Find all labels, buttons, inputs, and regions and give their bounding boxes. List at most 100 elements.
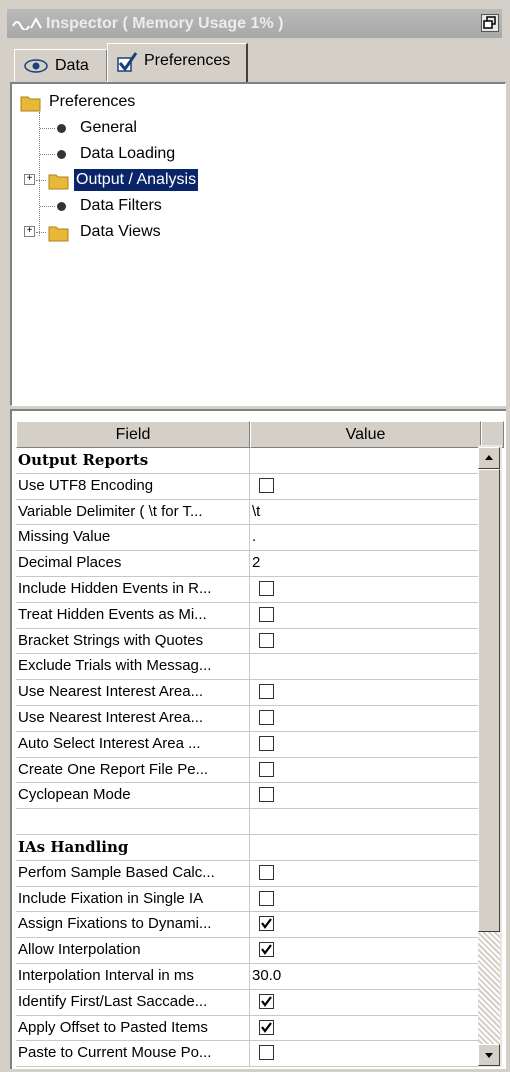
preferences-tree[interactable]: Preferences General Data Loading + Outpu…: [10, 82, 506, 406]
checkbox-unchecked[interactable]: [259, 581, 274, 596]
folder-icon: [20, 96, 41, 112]
value-cell: [250, 887, 493, 912]
field-cell: Use UTF8 Encoding: [16, 473, 250, 499]
property-row[interactable]: Variable Delimiter ( \t for T... \t: [16, 499, 493, 526]
check-mark-icon: [261, 944, 272, 956]
checkbox-checked[interactable]: [259, 942, 274, 958]
value-cell[interactable]: [250, 654, 493, 679]
checkbox-unchecked[interactable]: [259, 1045, 274, 1061]
arrow-down-icon: [485, 1053, 493, 1058]
field-cell: Missing Value: [16, 525, 250, 551]
value-cell: [250, 758, 493, 783]
value-cell[interactable]: \t: [250, 500, 493, 525]
property-row[interactable]: Treat Hidden Events as Mi...: [16, 602, 493, 629]
value-cell: [250, 577, 493, 602]
tree-item-general[interactable]: General: [40, 117, 240, 139]
value-cell[interactable]: 30.0: [250, 964, 493, 989]
checkbox-unchecked[interactable]: [259, 710, 274, 725]
scroll-up-button[interactable]: [478, 447, 500, 469]
field-cell: Output Reports: [16, 448, 250, 473]
checkbox-unchecked[interactable]: [259, 606, 274, 622]
expand-icon[interactable]: +: [24, 174, 35, 185]
field-cell: [16, 809, 250, 834]
property-row[interactable]: Allow Interpolation: [16, 938, 491, 964]
tree-item-output-analysis[interactable]: + Output / Analysis: [24, 168, 284, 192]
tree-item-data-loading[interactable]: Data Loading: [40, 143, 240, 165]
property-row[interactable]: Include Hidden Events in R...: [16, 577, 491, 603]
field-cell: Interpolation Interval in ms: [16, 964, 250, 989]
scroll-track[interactable]: [478, 932, 500, 1044]
checkbox-unchecked[interactable]: [259, 477, 274, 493]
tree-item-data-views[interactable]: + Data Views: [24, 221, 224, 243]
title-bar: Inspector ( Memory Usage 1% ): [7, 9, 502, 38]
field-cell: Include Fixation in Single IA: [16, 886, 250, 912]
property-row[interactable]: Bracket Strings with Quotes: [16, 628, 491, 655]
column-header-field[interactable]: Field: [16, 421, 250, 448]
value-cell: [250, 732, 493, 757]
value-cell: [250, 912, 493, 937]
property-row[interactable]: Use Nearest Interest Area...: [16, 680, 491, 706]
inspector-icon: [12, 16, 42, 30]
column-header-value[interactable]: Value: [250, 421, 481, 448]
property-row: [16, 809, 491, 835]
checkbox-checked[interactable]: [259, 916, 274, 932]
tree-item-label: Output / Analysis: [72, 168, 200, 192]
expand-icon[interactable]: +: [24, 226, 35, 237]
field-cell: Identify First/Last Saccade...: [16, 989, 250, 1015]
property-row[interactable]: Identify First/Last Saccade...: [16, 989, 491, 1016]
value-cell: [250, 783, 493, 808]
checkbox-unchecked[interactable]: [259, 890, 274, 906]
property-grid: Field Value Output Reports Use UTF8 Encod…: [10, 409, 506, 1069]
property-row[interactable]: Include Fixation in Single IA: [16, 886, 493, 913]
restore-window-button[interactable]: [481, 14, 499, 32]
field-cell: Paste to Current Mouse Po...: [16, 1041, 250, 1067]
tab-preferences[interactable]: Preferences: [107, 43, 248, 82]
value-cell: [250, 448, 493, 473]
value-cell[interactable]: 2: [250, 551, 493, 576]
eye-icon: [24, 59, 48, 73]
checkbox-unchecked[interactable]: [259, 864, 274, 880]
tree-item-label: Data Filters: [80, 197, 162, 214]
bullet-icon: [57, 202, 66, 211]
property-row[interactable]: Assign Fixations to Dynami...: [16, 912, 493, 939]
property-row[interactable]: Use UTF8 Encoding: [16, 473, 493, 500]
field-cell: Variable Delimiter ( \t for T...: [16, 499, 250, 525]
scroll-down-button[interactable]: [478, 1044, 500, 1066]
field-cell: Bracket Strings with Quotes: [16, 628, 250, 654]
checkbox-unchecked[interactable]: [259, 787, 274, 803]
value-cell: [250, 603, 493, 628]
property-row[interactable]: Paste to Current Mouse Po...: [16, 1041, 491, 1068]
checkbox-unchecked[interactable]: [259, 684, 274, 700]
property-row[interactable]: Missing Value.: [16, 525, 493, 552]
property-row[interactable]: Exclude Trials with Messag...: [16, 654, 493, 681]
scroll-thumb[interactable]: [478, 469, 500, 932]
value-cell: [250, 938, 493, 963]
tab-data[interactable]: Data: [14, 49, 107, 81]
value-cell: [250, 474, 493, 499]
tree-root-preferences[interactable]: Preferences: [20, 91, 220, 113]
checkbox-checked[interactable]: [259, 1019, 274, 1035]
checkbox-unchecked[interactable]: [259, 735, 274, 751]
checkbox-checked[interactable]: [259, 993, 274, 1009]
checkbox-unchecked[interactable]: [259, 761, 274, 777]
property-row[interactable]: Auto Select Interest Area ...: [16, 731, 493, 758]
check-mark-icon: [261, 1021, 272, 1033]
field-cell: Treat Hidden Events as Mi...: [16, 602, 250, 628]
field-cell: IAs Handling: [16, 835, 250, 860]
checkbox-unchecked[interactable]: [259, 632, 274, 648]
property-row[interactable]: Interpolation Interval in ms 30.0: [16, 964, 491, 990]
property-row[interactable]: Use Nearest Interest Area...: [16, 706, 491, 732]
property-row[interactable]: Decimal Places 2: [16, 551, 491, 577]
tree-item-label: Data Views: [80, 223, 161, 240]
value-cell: [250, 835, 493, 860]
property-row[interactable]: Cyclopean Mode: [16, 783, 493, 810]
property-row[interactable]: Perfom Sample Based Calc...: [16, 860, 491, 887]
property-row[interactable]: Apply Offset to Pasted Items: [16, 1015, 491, 1042]
vertical-scrollbar[interactable]: [478, 445, 502, 1067]
tree-item-data-filters[interactable]: Data Filters: [40, 195, 240, 217]
check-mark-icon: [261, 918, 272, 930]
field-cell: Use Nearest Interest Area...: [16, 680, 250, 705]
field-cell: Use Nearest Interest Area...: [16, 706, 250, 731]
value-cell[interactable]: .: [250, 525, 493, 550]
property-row[interactable]: Create One Report File Pe...: [16, 757, 493, 784]
